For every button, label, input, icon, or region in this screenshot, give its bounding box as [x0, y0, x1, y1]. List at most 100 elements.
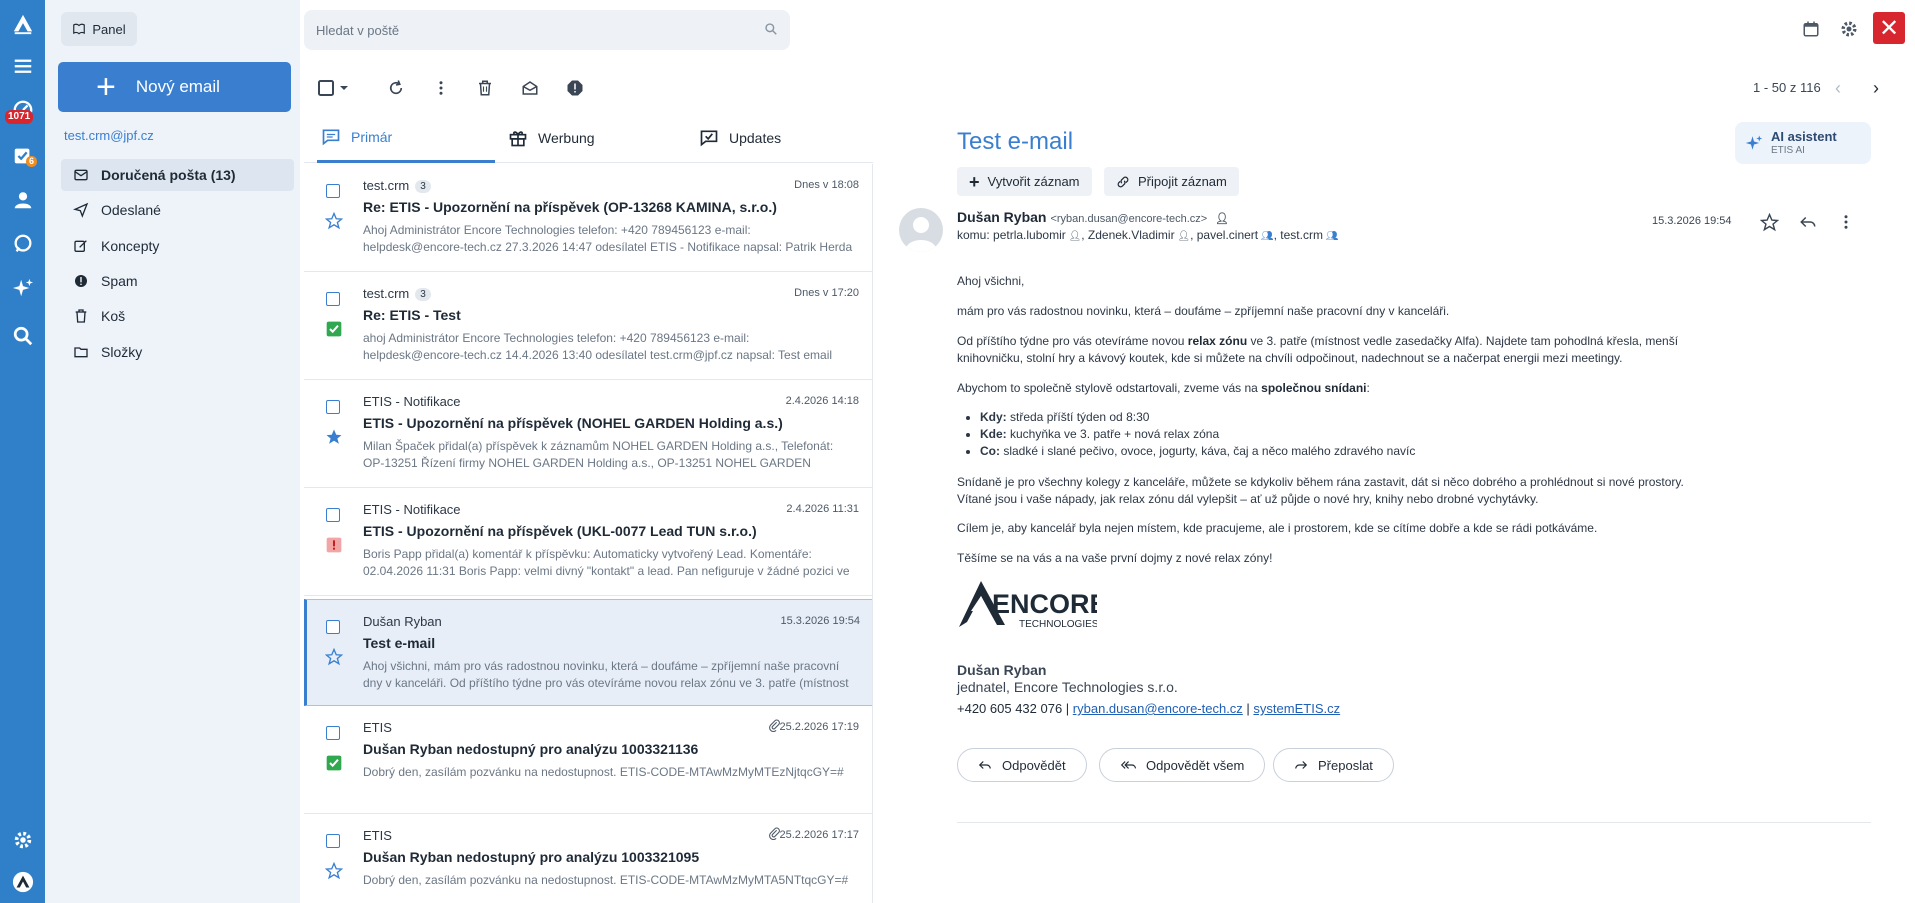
row-checkbox[interactable] [326, 400, 340, 414]
close-button[interactable]: ✕ [1873, 12, 1905, 44]
tab-label: Updates [729, 130, 782, 146]
select-all-checkbox[interactable] [314, 74, 356, 102]
message-date: Dnes v 17:20 [794, 287, 859, 299]
list-item: Kde: kuchyňka ve 3. patře + nová relax z… [980, 426, 1415, 443]
tab-label: Werbung [538, 130, 595, 146]
important-flag-icon[interactable] [325, 536, 343, 554]
green-check-flag-icon[interactable] [325, 754, 343, 772]
task-badge: 6 [26, 156, 38, 167]
signature-email-link[interactable]: ryban.dusan@encore-tech.cz [1073, 701, 1243, 716]
row-checkbox[interactable] [326, 508, 340, 522]
pagination-info: 1 - 50 z 116 [1753, 80, 1821, 95]
star-icon[interactable] [325, 212, 343, 230]
star-filled-icon[interactable] [325, 428, 343, 446]
reply-all-button[interactable]: Odpovědět všem [1099, 748, 1266, 782]
message-datetime: 15.3.2026 19:54 [1652, 215, 1732, 227]
next-page-icon[interactable]: › [1865, 76, 1887, 100]
star-icon[interactable] [325, 648, 343, 666]
message-date: 25.2.2026 17:17 [779, 829, 859, 841]
more-vertical-icon[interactable] [1832, 208, 1860, 236]
app-logo-icon[interactable] [0, 4, 45, 44]
reply-icon[interactable] [1794, 208, 1822, 236]
settings-icon[interactable] [0, 822, 45, 858]
calendar-icon[interactable] [1796, 14, 1826, 44]
reply-button[interactable]: Odpovědět [957, 748, 1087, 782]
list-item-selected[interactable]: Dušan Ryban 15.3.2026 19:54 Test e-mail … [304, 599, 872, 706]
more-vertical-icon[interactable] [427, 74, 455, 102]
spam-icon [75, 275, 87, 287]
message-date: 2.4.2026 14:18 [785, 395, 859, 407]
list-item[interactable]: test.crm 3 Dnes v 18:08 Re: ETIS - Upozor… [304, 164, 872, 272]
search-icon[interactable] [764, 22, 778, 39]
folder-spam[interactable]: Spam [61, 265, 294, 297]
row-checkbox[interactable] [326, 620, 340, 634]
body-paragraph: Těšíme se na vás a na vaše první dojmy z… [957, 551, 1273, 565]
recipient[interactable]: test.crm [1280, 228, 1323, 242]
refresh-icon[interactable] [382, 74, 410, 102]
contacts-icon[interactable] [0, 182, 45, 218]
close-icon: ✕ [1878, 14, 1900, 42]
row-checkbox[interactable] [326, 184, 340, 198]
list-item[interactable]: ETIS 25.2.2026 17:19 Dušan Ryban nedostu… [304, 706, 872, 814]
gear-icon[interactable] [1834, 14, 1864, 44]
row-checkbox[interactable] [326, 834, 340, 848]
message-list: test.crm 3 Dnes v 18:08 Re: ETIS - Upozor… [304, 164, 873, 903]
recipient[interactable]: Zdenek.Vladimir [1088, 228, 1175, 242]
ai-sparkle-icon[interactable] [0, 270, 45, 306]
brand-logo-icon[interactable] [0, 864, 45, 900]
recipient[interactable]: pavel.cinert [1197, 228, 1258, 242]
sender-address: <ryban.dusan@encore-tech.cz> [1050, 213, 1208, 225]
message-preview: Dobrý den, zasílám pozvánku na nedostupn… [363, 873, 849, 887]
plus-icon: + [969, 171, 980, 192]
folder-icon [74, 347, 88, 358]
folder-drafts[interactable]: Koncepty [61, 230, 294, 262]
row-checkbox[interactable] [326, 726, 340, 740]
chat-icon[interactable] [0, 226, 45, 262]
tab-werbung[interactable]: Werbung [508, 113, 595, 163]
tasks-icon[interactable] [0, 138, 45, 174]
signature-web-link[interactable]: systemETIS.cz [1253, 701, 1340, 716]
draft-icon [74, 240, 87, 252]
prev-page-icon[interactable]: ‹ [1827, 76, 1849, 100]
folder-trash[interactable]: Koš [61, 300, 294, 332]
folder-sent[interactable]: Odeslané [61, 194, 294, 226]
star-icon[interactable] [1755, 208, 1783, 236]
inbox-icon [74, 169, 88, 181]
delete-icon[interactable] [471, 74, 499, 102]
event-details-list: Kdy: středa příští týden od 8:30 Kde: ku… [980, 409, 1415, 460]
report-spam-icon[interactable] [561, 74, 589, 102]
menu-icon[interactable] [0, 48, 45, 84]
recipient[interactable]: petrla.lubomir [993, 228, 1066, 242]
forward-button[interactable]: Přeposlat [1273, 748, 1394, 782]
message-subject: ETIS - Upozornění na příspěvek (NOHEL GA… [363, 415, 783, 431]
tab-updates[interactable]: Updates [699, 113, 781, 163]
attach-record-label: Připojit záznam [1138, 174, 1227, 189]
folder-folders[interactable]: Složky [61, 336, 294, 368]
search-icon[interactable] [0, 318, 45, 354]
create-record-button[interactable]: + Vytvořit záznam [957, 167, 1092, 196]
list-item[interactable]: test.crm 3 Dnes v 17:20 Re: ETIS - Test a… [304, 272, 872, 380]
tab-primary[interactable]: Primár [317, 113, 495, 163]
attach-record-button[interactable]: Připojit záznam [1104, 167, 1239, 196]
divider [957, 822, 1871, 823]
chat-bubble-icon [322, 129, 340, 145]
new-email-button[interactable]: + Nový email [58, 62, 291, 112]
star-icon[interactable] [325, 862, 343, 880]
gift-icon [509, 131, 527, 147]
reply-all-icon [1120, 761, 1136, 769]
message-sender: test.crm 3 [363, 286, 431, 301]
list-item[interactable]: ETIS 25.2.2026 17:17 Dušan Ryban nedostu… [304, 814, 872, 903]
ai-assistant-button[interactable]: AI asistent ETIS AI [1735, 122, 1871, 164]
list-item[interactable]: ETIS - Notifikace 2.4.2026 11:31 ETIS - … [304, 488, 872, 596]
svg-text:TECHNOLOGIES: TECHNOLOGIES [1019, 619, 1097, 630]
search-input[interactable] [316, 22, 756, 38]
list-item: Co: sladké i slané pečivo, ovoce, jogurt… [980, 443, 1415, 460]
row-checkbox[interactable] [326, 292, 340, 306]
mark-read-icon[interactable] [516, 74, 544, 102]
body-paragraph: Cílem je, aby kancelář byla nejen místem… [957, 521, 1598, 535]
panel-button[interactable]: Panel [61, 12, 137, 46]
green-check-flag-icon[interactable] [325, 320, 343, 338]
thread-count: 3 [415, 180, 431, 193]
folder-inbox[interactable]: Doručená pošta (13) [61, 159, 294, 191]
list-item[interactable]: ETIS - Notifikace 2.4.2026 14:18 ETIS - … [304, 380, 872, 488]
